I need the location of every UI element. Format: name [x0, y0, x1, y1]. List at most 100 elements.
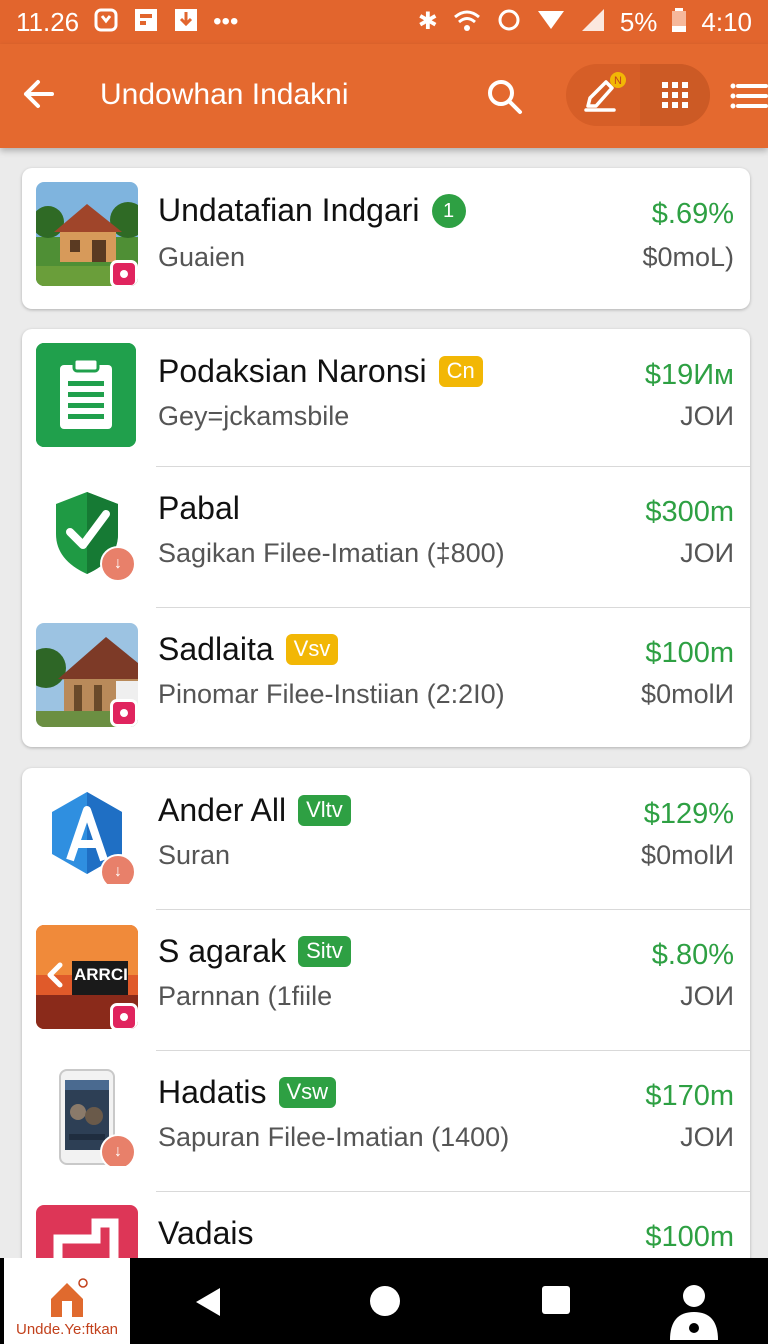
compose-icon: N: [584, 72, 626, 112]
compose-button[interactable]: N: [566, 64, 640, 126]
message-icon: [133, 7, 159, 38]
download-icon: [173, 7, 199, 38]
notify-badge: N: [614, 75, 622, 87]
item-title: Vadais: [158, 1215, 253, 1252]
item-meta: JOИ: [680, 538, 734, 568]
item-title: Sadlaita Vsv: [158, 631, 339, 668]
house-thumbnail: [36, 182, 138, 286]
item-tag: Vsv: [285, 634, 339, 665]
item-tag: 1: [431, 193, 466, 228]
item-price: $.80%: [651, 939, 734, 971]
list-item[interactable]: Undatafian Indgari 1 Guaien $.69% $0moL): [22, 168, 750, 309]
list-item[interactable]: Sadlaita Vsv Pinomar Filee-Instiian (2:2…: [22, 607, 750, 747]
home-shortcut[interactable]: Undde.Ye:ftkan: [4, 1258, 130, 1344]
item-title: Podaksian Naronsi Cn: [158, 353, 483, 390]
notification-icon: [93, 7, 119, 38]
item-subtitle: Guaien: [158, 242, 246, 272]
item-tag: Vltv: [298, 795, 351, 826]
triangle-back-icon: [196, 1288, 220, 1316]
bluetooth-icon: ✱: [417, 8, 438, 35]
item-price: $19Им: [644, 359, 734, 391]
app-bar: Undowhan Indakni N: [0, 44, 768, 148]
user-icon: [670, 1285, 718, 1340]
item-title-text: Hadatis: [158, 1074, 267, 1110]
item-meta: JOИ: [680, 981, 734, 1011]
item-title-text: Sadlaita: [158, 631, 274, 667]
item-price: $129%: [643, 798, 734, 830]
item-price: $170m: [645, 1080, 734, 1112]
item-subtitle: Gey=jckamsbile: [158, 401, 350, 431]
shield-app-icon: ↓: [36, 482, 138, 584]
cell-signal-icon: [580, 7, 606, 38]
item-price: $100m: [645, 637, 734, 669]
status-badge: [110, 260, 138, 286]
item-title-text: Undatafian Indgari: [158, 192, 420, 228]
item-tag: Cn: [438, 356, 483, 387]
menu-icon: [730, 83, 768, 109]
list-card: ↓ Ander All Vltv Suran $129% $0molИ ARRC…: [22, 768, 750, 1268]
item-subtitle: Sagikan Filee-Imatian (‡800): [158, 538, 505, 568]
list-item[interactable]: ↓ Ander All Vltv Suran $129% $0molИ: [22, 768, 750, 909]
item-subtitle: Pinomar Filee-Instiian (2:2I0): [158, 679, 505, 709]
action-pill: N: [566, 64, 710, 126]
status-time: 11.26: [16, 6, 80, 37]
back-arrow-icon: [24, 80, 54, 108]
sync-icon: [496, 7, 522, 38]
circle-home-icon: [370, 1286, 400, 1316]
list-item[interactable]: Podaksian Naronsi Cn Gey=jckamsbile $19И…: [22, 329, 750, 466]
item-meta: $0molИ: [641, 840, 734, 870]
list-item[interactable]: ↓ Pabal Sagikan Filee-Imatian (‡800) $30…: [22, 466, 750, 607]
letter-a-app-icon: ↓: [36, 782, 138, 884]
search-icon: [488, 80, 522, 114]
house-app-icon: [51, 1278, 88, 1317]
list-card: Undatafian Indgari 1 Guaien $.69% $0moL): [22, 168, 750, 309]
download-badge: ↓: [100, 854, 136, 884]
download-badge: ↓: [100, 546, 136, 582]
menu-button[interactable]: [730, 74, 768, 118]
item-title-text: Pabal: [158, 490, 240, 526]
item-title: S agarak Sitv: [158, 933, 351, 970]
status-clock: 4:10: [701, 6, 752, 37]
search-button[interactable]: [482, 74, 526, 118]
download-badge: ↓: [100, 1134, 136, 1166]
nav-profile-button[interactable]: [666, 1280, 722, 1344]
nav-back-button[interactable]: [190, 1284, 226, 1325]
list-item[interactable]: Vadais $100m: [22, 1191, 750, 1268]
item-meta: $0molИ: [641, 679, 734, 709]
cabin-thumbnail: [36, 623, 138, 727]
item-price: $100m: [645, 1221, 734, 1253]
square-recents-icon: [542, 1286, 570, 1314]
battery-percent: 5%: [619, 6, 658, 37]
item-title: Pabal: [158, 490, 240, 527]
grid-view-button[interactable]: [640, 64, 710, 126]
list-item[interactable]: ↓ Hadatis Vsw Sapuran Filee-Imatian (140…: [22, 1050, 750, 1191]
item-tag: Vsw: [278, 1077, 337, 1108]
status-badge: [110, 699, 138, 727]
item-title: Ander All Vltv: [158, 792, 351, 829]
battery-icon: [671, 7, 687, 38]
item-price: $.69%: [651, 198, 734, 230]
home-shortcut-label: Undde.Ye:ftkan: [15, 1321, 119, 1338]
signal-icon: [536, 7, 566, 38]
page-title: Undowhan Indakni: [100, 78, 349, 111]
list-item[interactable]: ARRCI S agarak Sitv Parnnan (1fiile $.80…: [22, 909, 750, 1050]
item-meta: $0moL): [642, 242, 734, 272]
item-title-text: Ander All: [158, 792, 287, 828]
back-button[interactable]: [18, 72, 62, 116]
list-card: Podaksian Naronsi Cn Gey=jckamsbile $19И…: [22, 329, 750, 747]
more-icon: •••: [213, 8, 239, 35]
item-title-text: S agarak: [158, 933, 287, 969]
item-title: Hadatis Vsw: [158, 1074, 337, 1111]
item-price: $300m: [645, 496, 734, 528]
item-subtitle: Suran: [158, 840, 231, 870]
item-meta: JOИ: [680, 401, 734, 431]
item-subtitle: Parnnan (1fiile: [158, 981, 333, 1011]
item-title: Undatafian Indgari 1: [158, 192, 466, 229]
item-meta: JOИ: [680, 1122, 734, 1152]
wifi-icon: [452, 7, 482, 38]
item-title-text: Podaksian Naronsi: [158, 353, 427, 389]
thumbnail-caption: ARRCI: [74, 965, 128, 984]
nav-home-button[interactable]: [368, 1284, 402, 1323]
nav-recents-button[interactable]: [540, 1284, 572, 1321]
status-bar: 11.26 ••• ✱ 5% 4:10: [0, 0, 768, 44]
